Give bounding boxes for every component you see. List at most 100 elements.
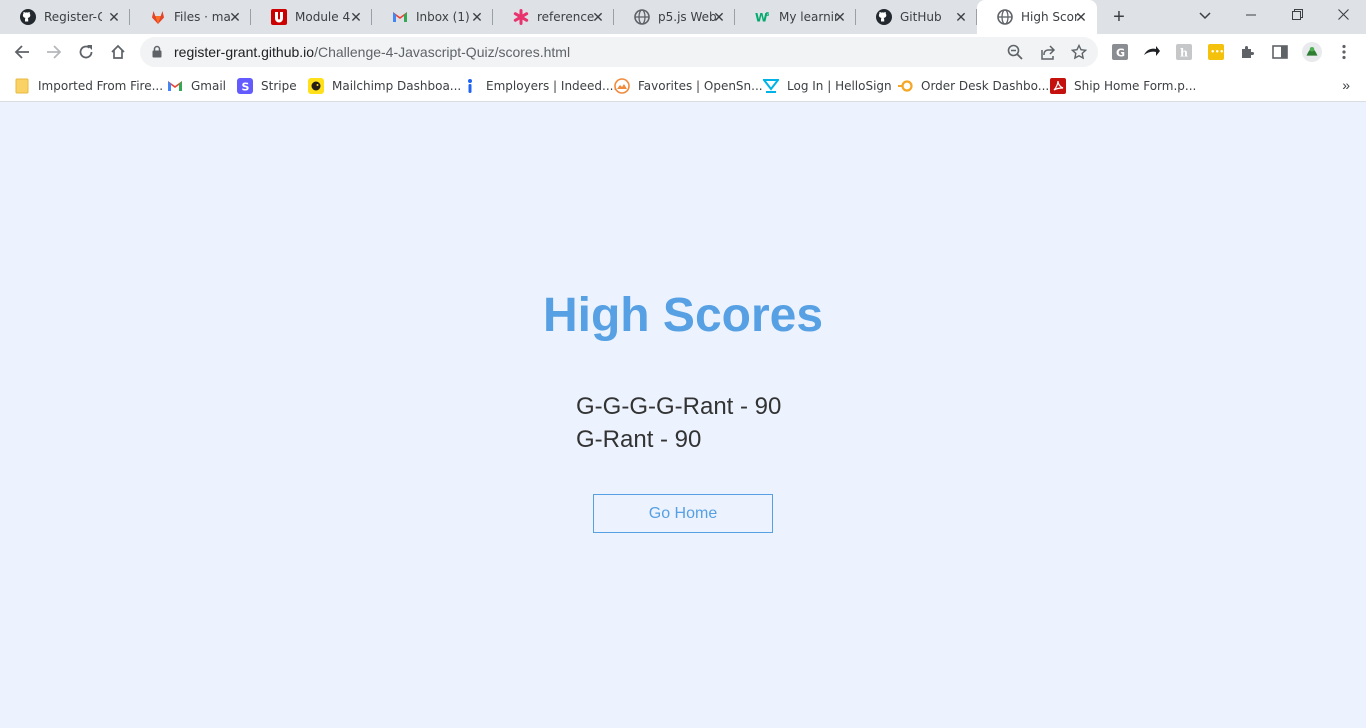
bookmark-imported-from-firefox[interactable]: Imported From Fire... bbox=[14, 76, 163, 96]
w3-icon: W3 bbox=[755, 9, 771, 25]
asterisk-icon bbox=[513, 9, 529, 25]
globe-icon bbox=[997, 9, 1013, 25]
opensnow-icon bbox=[614, 78, 630, 94]
restore-icon[interactable] bbox=[1274, 0, 1320, 30]
svg-text:h: h bbox=[1180, 47, 1188, 60]
high-scores-list: G-G-G-G-Rant - 90 G-Rant - 90 bbox=[576, 390, 781, 456]
orderdesk-icon bbox=[897, 78, 913, 94]
bookmark-label: Log In | HelloSign bbox=[787, 79, 892, 93]
url-text[interactable]: register-grant.github.io/Challenge-4-Jav… bbox=[174, 44, 570, 60]
close-icon[interactable]: ✕ bbox=[832, 9, 848, 25]
close-icon[interactable]: ✕ bbox=[1073, 9, 1089, 25]
tab-title: Files · main bbox=[174, 10, 232, 24]
close-icon[interactable]: ✕ bbox=[711, 9, 727, 25]
bookmark-order-desk[interactable]: Order Desk Dashbo... bbox=[897, 76, 1049, 96]
close-icon[interactable]: ✕ bbox=[590, 9, 606, 25]
tab-gitlab-files[interactable]: Files · main ✕ bbox=[130, 0, 251, 34]
github-icon bbox=[876, 9, 892, 25]
browser-toolbar: register-grant.github.io/Challenge-4-Jav… bbox=[0, 34, 1366, 70]
close-icon[interactable]: ✕ bbox=[469, 9, 485, 25]
bookmark-label: Favorites | OpenSn... bbox=[638, 79, 763, 93]
tab-github[interactable]: GitHub ✕ bbox=[856, 0, 977, 34]
grammarly-g-icon[interactable]: G bbox=[1110, 42, 1130, 62]
mailchimp-icon bbox=[308, 78, 324, 94]
share-icon[interactable] bbox=[1039, 43, 1057, 61]
svg-text:•••: ••• bbox=[1211, 48, 1224, 56]
tab-module-4[interactable]: Module 4 ( ✕ bbox=[251, 0, 372, 34]
github-icon bbox=[20, 9, 36, 25]
side-panel-icon[interactable] bbox=[1270, 42, 1290, 62]
password-manager-icon[interactable]: ••• bbox=[1206, 42, 1226, 62]
url-path: /Challenge-4-Javascript-Quiz/scores.html bbox=[314, 44, 571, 60]
bookmark-ship-home-form[interactable]: Ship Home Form.p... bbox=[1050, 76, 1196, 96]
gitlab-icon bbox=[150, 9, 166, 25]
tab-search-chevron-icon[interactable] bbox=[1182, 0, 1228, 30]
minimize-icon[interactable] bbox=[1228, 0, 1274, 30]
profile-avatar[interactable] bbox=[1302, 42, 1322, 62]
zoom-out-icon[interactable] bbox=[1006, 43, 1024, 61]
bookmark-label: Ship Home Form.p... bbox=[1074, 79, 1197, 93]
gmail-icon bbox=[392, 9, 408, 25]
tab-strip: Register-G ✕ Files · main ✕ Module 4 ( ✕… bbox=[0, 0, 1366, 34]
tab-title: Module 4 ( bbox=[295, 10, 353, 24]
tab-title: p5.js Web bbox=[658, 10, 716, 24]
tab-title: GitHub bbox=[900, 10, 942, 24]
bookmarks-overflow-chevron-icon[interactable]: » bbox=[1342, 77, 1350, 93]
bookmark-star-icon[interactable] bbox=[1070, 43, 1088, 61]
score-entry: G-G-G-G-Rant - 90 bbox=[576, 393, 782, 420]
url-host: register-grant.github.io bbox=[174, 44, 315, 60]
tab-title: My learnin bbox=[779, 10, 837, 24]
pdf-icon bbox=[1050, 78, 1066, 94]
bookmark-indeed[interactable]: Employers | Indeed.... bbox=[462, 76, 617, 96]
bookmark-stripe[interactable]: S Stripe bbox=[237, 76, 297, 96]
utah-u-icon bbox=[271, 9, 287, 25]
go-home-button[interactable]: Go Home bbox=[593, 494, 773, 533]
close-icon[interactable]: ✕ bbox=[106, 9, 122, 25]
tab-reference[interactable]: reference | ✕ bbox=[493, 0, 614, 34]
address-bar[interactable]: register-grant.github.io/Challenge-4-Jav… bbox=[140, 37, 1098, 67]
bookmark-opensnow[interactable]: Favorites | OpenSn... bbox=[614, 76, 763, 96]
hemingway-h-icon[interactable]: h bbox=[1174, 42, 1194, 62]
bookmark-gmail[interactable]: Gmail bbox=[167, 76, 226, 96]
forward-arrow-icon[interactable] bbox=[42, 40, 66, 64]
bookmark-label: Gmail bbox=[191, 79, 227, 93]
svg-text:G: G bbox=[1116, 47, 1125, 60]
puzzle-extensions-icon[interactable] bbox=[1238, 42, 1258, 62]
window-close-icon[interactable] bbox=[1320, 0, 1366, 30]
new-tab-button[interactable]: + bbox=[1108, 7, 1130, 27]
bookmark-label: Order Desk Dashbo... bbox=[921, 79, 1050, 93]
arrow-extension-icon[interactable] bbox=[1142, 42, 1162, 62]
hellosign-icon bbox=[763, 78, 779, 94]
tab-high-scores[interactable]: High Scores ✕ bbox=[977, 0, 1097, 34]
page-title: High Scores bbox=[542, 289, 824, 342]
tab-title: Register-G bbox=[44, 10, 102, 24]
bookmark-mailchimp[interactable]: Mailchimp Dashboa... bbox=[308, 76, 461, 96]
bookmark-label: Stripe bbox=[261, 79, 297, 93]
tab-gmail-inbox[interactable]: Inbox (1) - ✕ bbox=[372, 0, 493, 34]
tab-title: Inbox (1) - bbox=[416, 10, 474, 24]
tab-title: High Scores bbox=[1021, 10, 1079, 24]
home-icon[interactable] bbox=[106, 40, 130, 64]
tab-w3-learning[interactable]: W3 My learnin ✕ bbox=[735, 0, 856, 34]
score-entry: G-Rant - 90 bbox=[576, 426, 702, 453]
reload-icon[interactable] bbox=[74, 40, 98, 64]
gmail-icon bbox=[167, 78, 183, 94]
svg-text:3: 3 bbox=[766, 12, 770, 18]
bookmark-label: Employers | Indeed.... bbox=[486, 79, 618, 93]
page-content: High Scores G-G-G-G-Rant - 90 G-Rant - 9… bbox=[0, 102, 1366, 728]
globe-icon bbox=[634, 9, 650, 25]
back-arrow-icon[interactable] bbox=[10, 40, 34, 64]
bookmark-label: Mailchimp Dashboa... bbox=[332, 79, 462, 93]
stripe-icon: S bbox=[237, 78, 253, 94]
folder-icon bbox=[14, 78, 30, 94]
browser-menu-kebab-icon[interactable] bbox=[1334, 42, 1354, 62]
bookmark-hellosign[interactable]: Log In | HelloSign bbox=[763, 76, 892, 96]
close-icon[interactable]: ✕ bbox=[953, 9, 969, 25]
tab-register-grant[interactable]: Register-G ✕ bbox=[0, 0, 130, 34]
tab-p5js[interactable]: p5.js Web ✕ bbox=[614, 0, 735, 34]
close-icon[interactable]: ✕ bbox=[227, 9, 243, 25]
lock-icon[interactable] bbox=[152, 45, 162, 63]
close-icon[interactable]: ✕ bbox=[348, 9, 364, 25]
indeed-icon bbox=[462, 78, 478, 94]
bookmark-label: Imported From Fire... bbox=[38, 79, 164, 93]
